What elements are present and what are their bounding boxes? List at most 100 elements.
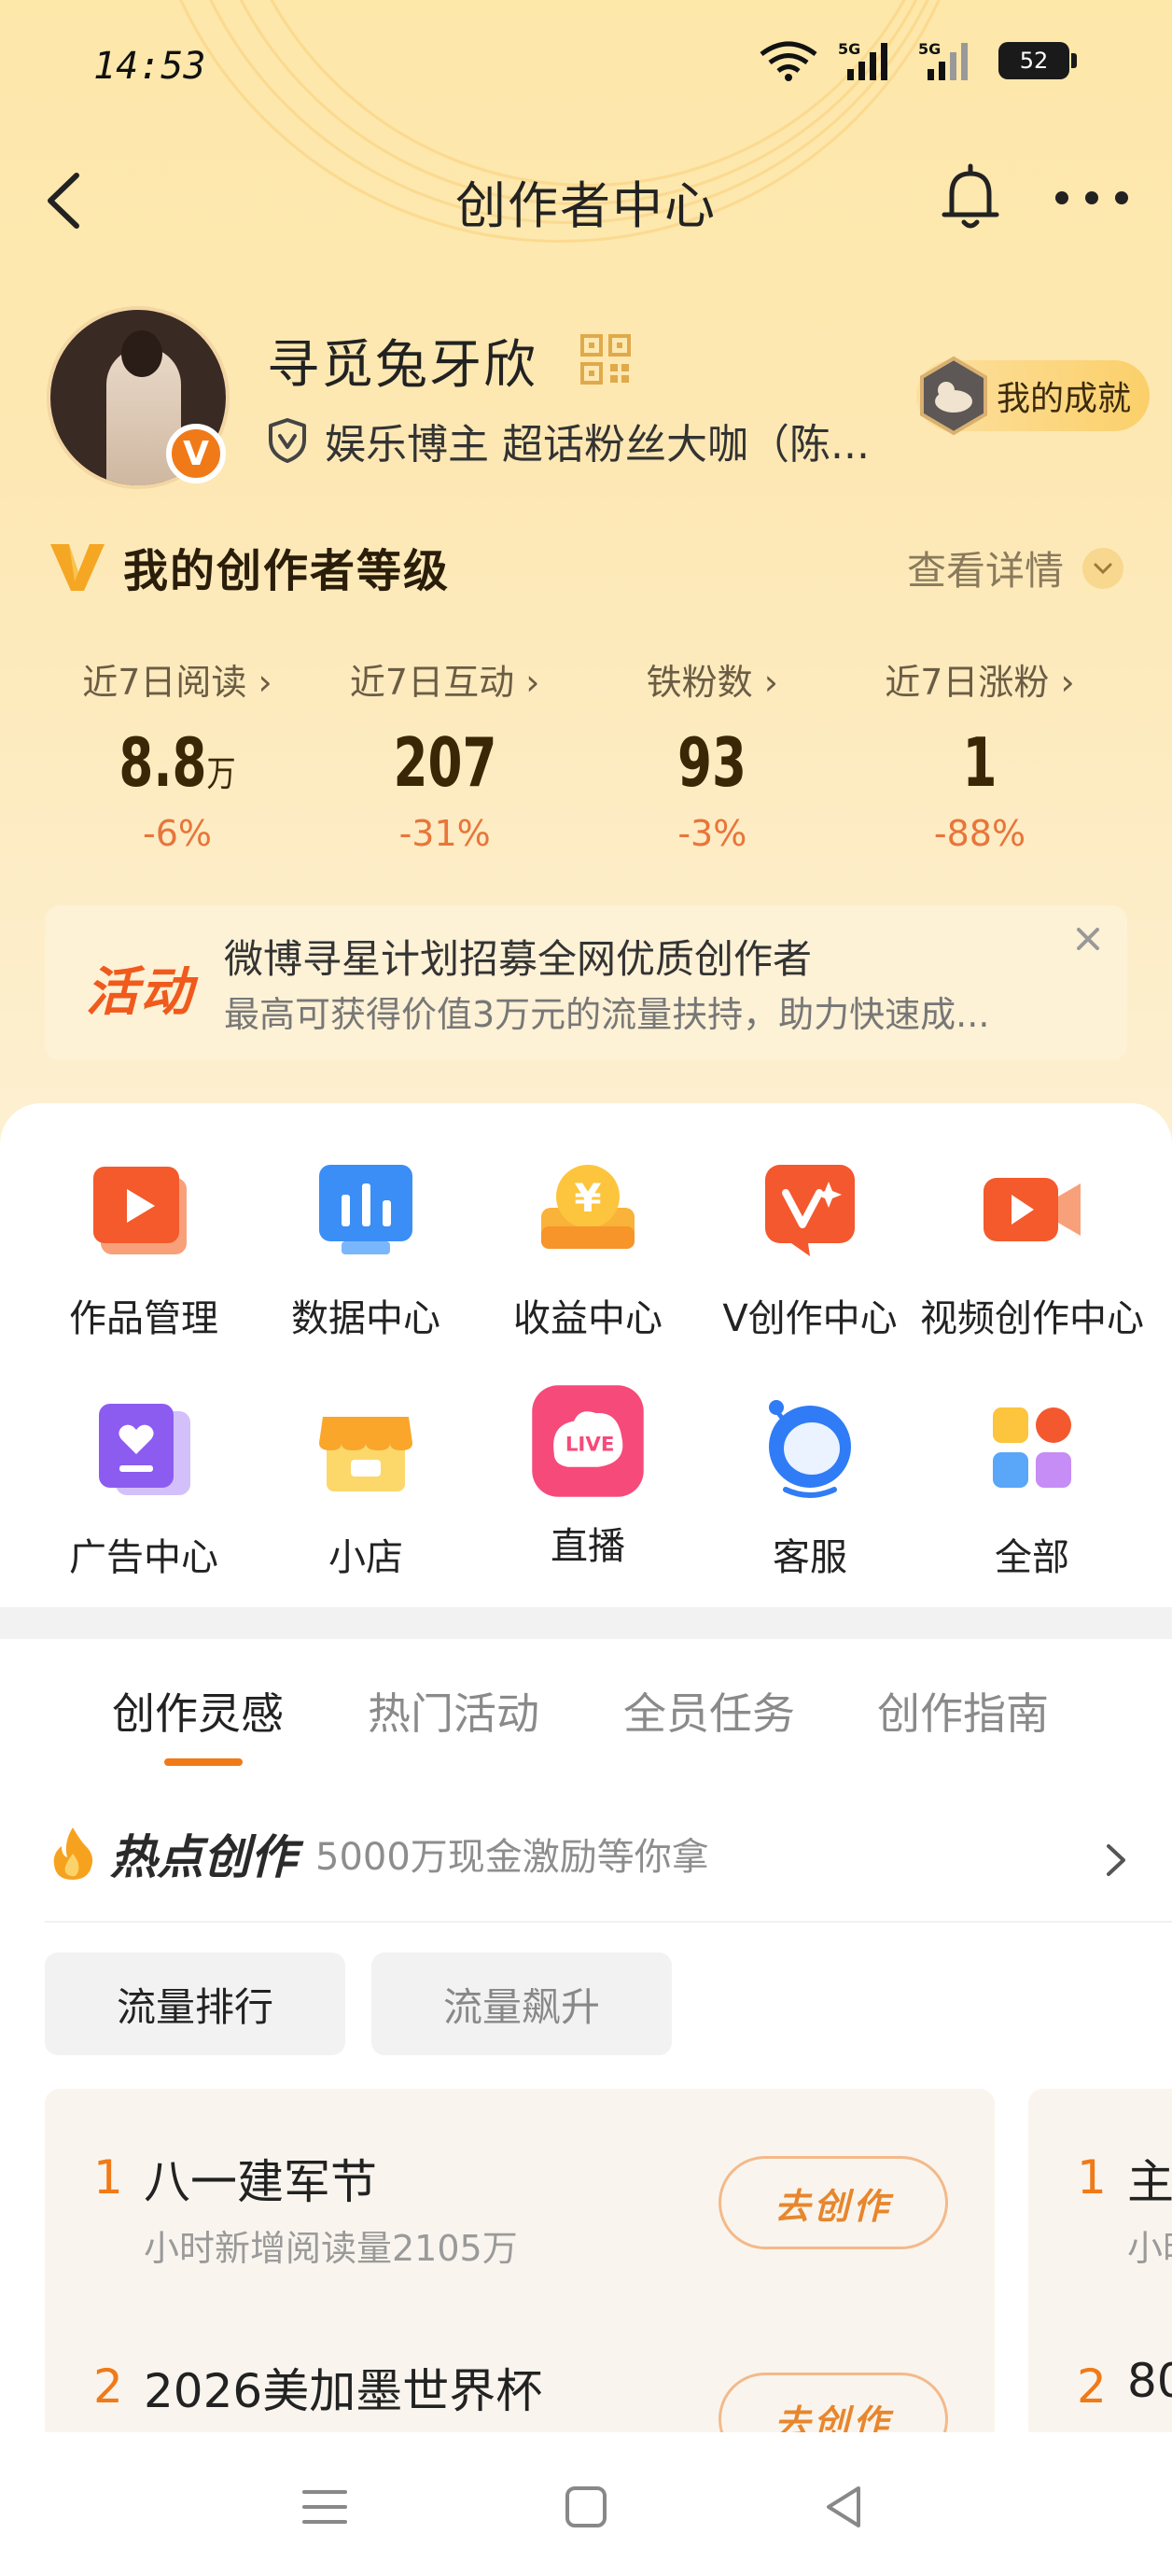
rank-number: 1 [93, 2150, 123, 2205]
stat-change: -31% [398, 813, 491, 854]
tool-ad-center[interactable]: 广告中心 [32, 1393, 256, 1581]
tool-live[interactable]: LIVE 直播 [476, 1381, 700, 1570]
level-detail-label: 查看详情 [906, 548, 1064, 594]
tab-all-tasks[interactable]: 全员任务 [623, 1680, 795, 1742]
stat-item[interactable]: 铁粉数 › 93 -3% [591, 653, 833, 854]
hot-creation-header[interactable]: 热点创作 5000万现金激励等你拿 [49, 1820, 709, 1887]
chevron-right-icon[interactable] [1097, 1839, 1135, 1882]
chevron-right-icon: › [763, 662, 778, 703]
svg-text:5G: 5G [838, 40, 860, 58]
tab-inspiration[interactable]: 创作灵感 [112, 1680, 284, 1742]
stat-change: -3% [677, 813, 747, 854]
chip-traffic-surge[interactable]: 流量飙升 [371, 1953, 672, 2055]
tool-label: 数据中心 [291, 1297, 440, 1340]
bar-chart-icon [319, 1165, 412, 1254]
tool-v-creation-center[interactable]: V创作中心 [698, 1154, 922, 1342]
hero-section: 14:53 5G 5G 52 创作者中心 V 寻觅兔牙欣 娱乐博主 超话粉丝大咖… [0, 0, 1172, 1167]
v-level-icon [50, 544, 105, 591]
back-triangle-icon[interactable] [816, 2481, 875, 2533]
trend-card: 1 八一建军节 小时新增阅读量2105万 去创作 2 2026美加墨世界杯 去创… [45, 2089, 995, 2443]
stat-item[interactable]: 近7日阅读 › 8.8万 -6% [56, 653, 299, 854]
tool-label: 直播 [551, 1525, 625, 1568]
bell-icon[interactable] [933, 161, 1008, 235]
tool-label: 收益中心 [513, 1297, 663, 1340]
divider-line [45, 1921, 1172, 1923]
stat-item[interactable]: 近7日互动 › 207 -31% [324, 653, 566, 854]
trend-card: 1 主 小时 2 80 [1028, 2089, 1172, 2443]
svg-text:¥: ¥ [574, 1175, 601, 1221]
profile-tags-text: 娱乐博主 超话粉丝大咖（陈... [325, 421, 870, 469]
stat-change: -6% [143, 813, 212, 854]
tool-label: 客服 [773, 1536, 847, 1579]
live-icon: LIVE [532, 1385, 644, 1497]
creator-level-text: 我的创作者等级 [123, 545, 451, 597]
stats-row: 近7日阅读 › 8.8万 -6% 近7日互动 › 207 -31% 铁粉数 › … [56, 653, 1101, 854]
wifi-icon [760, 41, 817, 81]
tool-revenue-center[interactable]: ¥ 收益中心 [476, 1154, 700, 1342]
tools-panel: 作品管理 数据中心 ¥ 收益中心 V创作中心 视频创作中心 广告中心 小店 LI… [0, 1103, 1172, 1607]
tool-video-creation-center[interactable]: 视频创作中心 [920, 1154, 1144, 1342]
menu-icon[interactable] [295, 2481, 355, 2533]
tool-all[interactable]: 全部 [920, 1393, 1144, 1581]
banner-subtitle: 最高可获得价值3万元的流量扶持，助力快速成... [224, 994, 990, 1035]
user-name[interactable]: 寻觅兔牙欣 [267, 323, 537, 399]
all-apps-icon [993, 1407, 1071, 1488]
tool-data-center[interactable]: 数据中心 [254, 1154, 478, 1342]
activity-banner[interactable]: 活动 微博寻星计划招募全网优质创作者 最高可获得价值3万元的流量扶持，助力快速成… [45, 905, 1127, 1060]
topic-title[interactable]: 80 [1127, 2354, 1172, 2408]
topic-title[interactable]: 2026美加墨世界杯 [144, 2354, 542, 2421]
achievement-medal-icon [920, 356, 987, 436]
stat-label: 近7日互动 › [349, 662, 540, 703]
stat-unit: 万 [206, 753, 236, 794]
home-icon[interactable] [556, 2481, 616, 2533]
creator-level-title: 我的创作者等级 [49, 534, 450, 599]
stat-value: 8.8万 [119, 723, 236, 802]
go-create-button[interactable]: 去创作 [719, 2156, 948, 2249]
tool-customer-service[interactable]: 客服 [698, 1393, 922, 1581]
close-icon[interactable] [1067, 918, 1109, 959]
shop-icon [319, 1417, 412, 1491]
banner-title: 微博寻星计划招募全网优质创作者 [224, 936, 813, 982]
tool-label: 视频创作中心 [920, 1297, 1144, 1340]
rank-number: 1 [1077, 2150, 1107, 2205]
avatar-head [121, 330, 162, 377]
achievement-label: 我的成就 [997, 380, 1132, 418]
section-divider [0, 1607, 1172, 1639]
tool-label: 广告中心 [69, 1536, 218, 1579]
tool-label: 全部 [995, 1536, 1069, 1579]
battery-icon: 52 [998, 42, 1077, 79]
stat-value: 93 [677, 723, 747, 802]
chevron-right-icon: › [258, 662, 272, 703]
stat-label: 铁粉数 › [646, 662, 778, 703]
qr-code-icon[interactable] [580, 334, 631, 385]
chip-traffic-rank[interactable]: 流量排行 [45, 1953, 345, 2055]
rank-number: 2 [93, 2359, 123, 2414]
profile-tags[interactable]: 娱乐博主 超话粉丝大咖（陈... [267, 411, 870, 470]
system-nav-bar [0, 2432, 1172, 2576]
tool-shop[interactable]: 小店 [254, 1393, 478, 1581]
tool-works-management[interactable]: 作品管理 [32, 1154, 256, 1342]
tab-indicator [164, 1758, 243, 1766]
stat-value: 1 [962, 723, 998, 802]
stat-label: 近7日阅读 › [82, 662, 272, 703]
shield-v-icon [269, 418, 306, 463]
topic-subtitle: 小时新增阅读量2105万 [144, 2228, 518, 2269]
v-sparkle-icon [765, 1165, 855, 1256]
tab-hot-activities[interactable]: 热门活动 [368, 1680, 539, 1742]
yuan-coin-icon: ¥ [541, 1165, 635, 1249]
tab-creation-guide[interactable]: 创作指南 [877, 1680, 1049, 1742]
level-detail-link[interactable]: 查看详情 [907, 539, 1123, 596]
achievement-button[interactable]: 我的成就 [916, 356, 1151, 436]
topic-title[interactable]: 八一建军节 [144, 2145, 377, 2212]
rank-number: 2 [1077, 2359, 1107, 2414]
status-time: 14:53 [93, 45, 206, 88]
svg-text:5G: 5G [918, 40, 941, 58]
flame-icon [53, 1827, 93, 1880]
more-icon[interactable] [1045, 170, 1138, 226]
tool-label: V创作中心 [722, 1297, 898, 1340]
banner-tag: 活动 [86, 962, 194, 1023]
customer-service-icon [769, 1400, 851, 1498]
content-tabs: 创作灵感 热门活动 全员任务 创作指南 [0, 1680, 1172, 1773]
stat-item[interactable]: 近7日涨粉 › 1 -88% [858, 653, 1101, 854]
topic-title[interactable]: 主 [1127, 2145, 1172, 2212]
